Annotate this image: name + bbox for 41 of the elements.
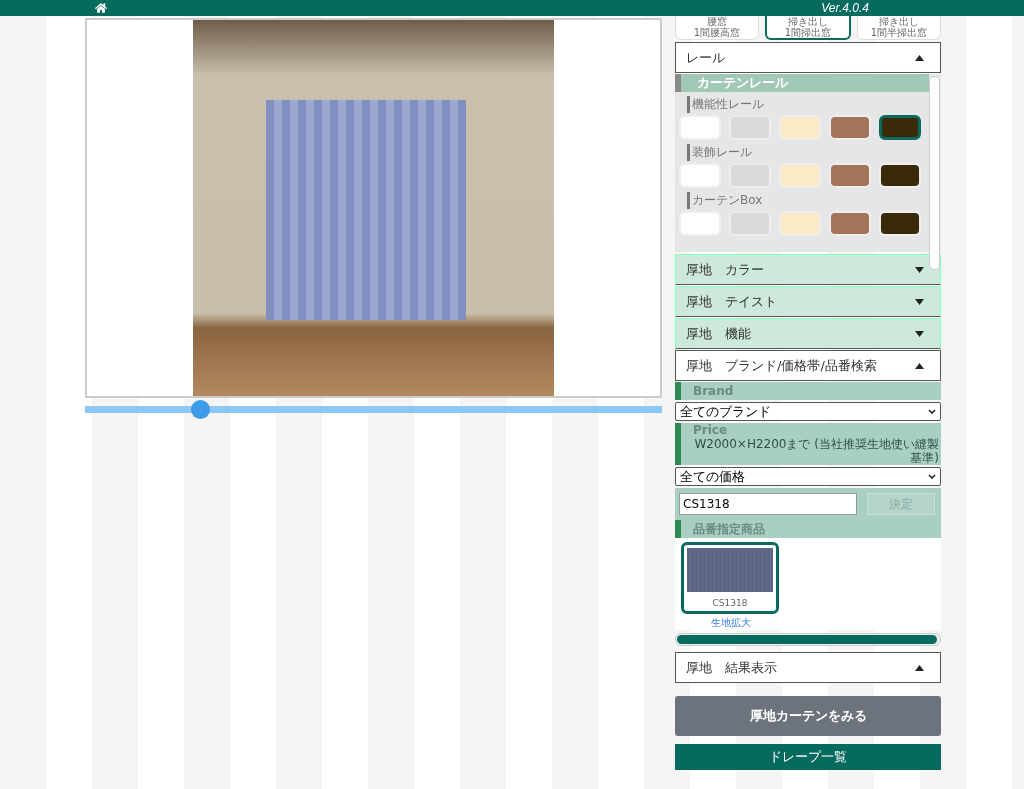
- accordion-header[interactable]: 厚地 テイスト: [675, 286, 941, 317]
- accordion-title: 厚地 結果表示: [686, 658, 777, 677]
- accordion-header[interactable]: 厚地 機能: [675, 318, 941, 349]
- brand-heading: Brand: [675, 382, 941, 400]
- price-select[interactable]: 全ての価格: [675, 467, 941, 486]
- price-label: Price: [693, 423, 729, 437]
- expand-icon: [915, 266, 924, 273]
- collapse-icon: [915, 362, 924, 369]
- accordion-header[interactable]: 厚地 結果表示: [675, 652, 941, 683]
- window-type-button[interactable]: 掃き出し 1間半掃出窓: [857, 16, 941, 40]
- dropdown-icon: [928, 409, 936, 414]
- accordion-header[interactable]: 厚地 カラー: [675, 254, 941, 285]
- price-note: W2000×H2200まで (当社推奨生地使い縫製基準): [693, 437, 939, 465]
- window-type-button[interactable]: 腰窓 1間腰高窓: [675, 16, 759, 40]
- product-card[interactable]: CS1318: [681, 542, 779, 614]
- accordion-header[interactable]: レール: [675, 42, 941, 73]
- code-input-field[interactable]: CS1318: [679, 493, 857, 515]
- window-type-button[interactable]: 掃き出し 1間掃出窓: [765, 16, 851, 40]
- accordion-title: 厚地 機能: [686, 324, 751, 343]
- drape-list-button[interactable]: ドレープ一覧: [675, 744, 941, 770]
- collapse-icon: [915, 54, 924, 61]
- products-heading: 品番指定商品: [675, 520, 941, 538]
- slider-thumb[interactable]: [191, 400, 211, 419]
- accordion-title: 厚地 カラー: [686, 260, 764, 279]
- home-icon[interactable]: [95, 2, 107, 14]
- collapse-icon: [915, 664, 924, 671]
- expand-icon: [915, 330, 924, 337]
- section-heading: カーテンレール: [675, 74, 929, 92]
- color-swatch[interactable]: [879, 115, 921, 140]
- view-curtains-button[interactable]: 厚地カーテンをみる: [675, 696, 941, 736]
- accordion-title: レール: [686, 48, 725, 67]
- expand-icon: [915, 298, 924, 305]
- accordion-header[interactable]: 厚地 ブランド/価格帯/品番検索: [675, 350, 941, 381]
- product-code: CS1318: [712, 598, 748, 608]
- brand-select[interactable]: 全てのブランド: [675, 402, 941, 421]
- dropdown-icon: [928, 474, 936, 479]
- accordion-title: 厚地 ブランド/価格帯/品番検索: [686, 356, 877, 375]
- zoom-link[interactable]: 生地拡大: [711, 616, 935, 630]
- scrollbar[interactable]: [929, 76, 940, 270]
- accordion-title: 厚地 テイスト: [686, 292, 777, 311]
- version-label: Ver.4.0.4: [821, 1, 869, 15]
